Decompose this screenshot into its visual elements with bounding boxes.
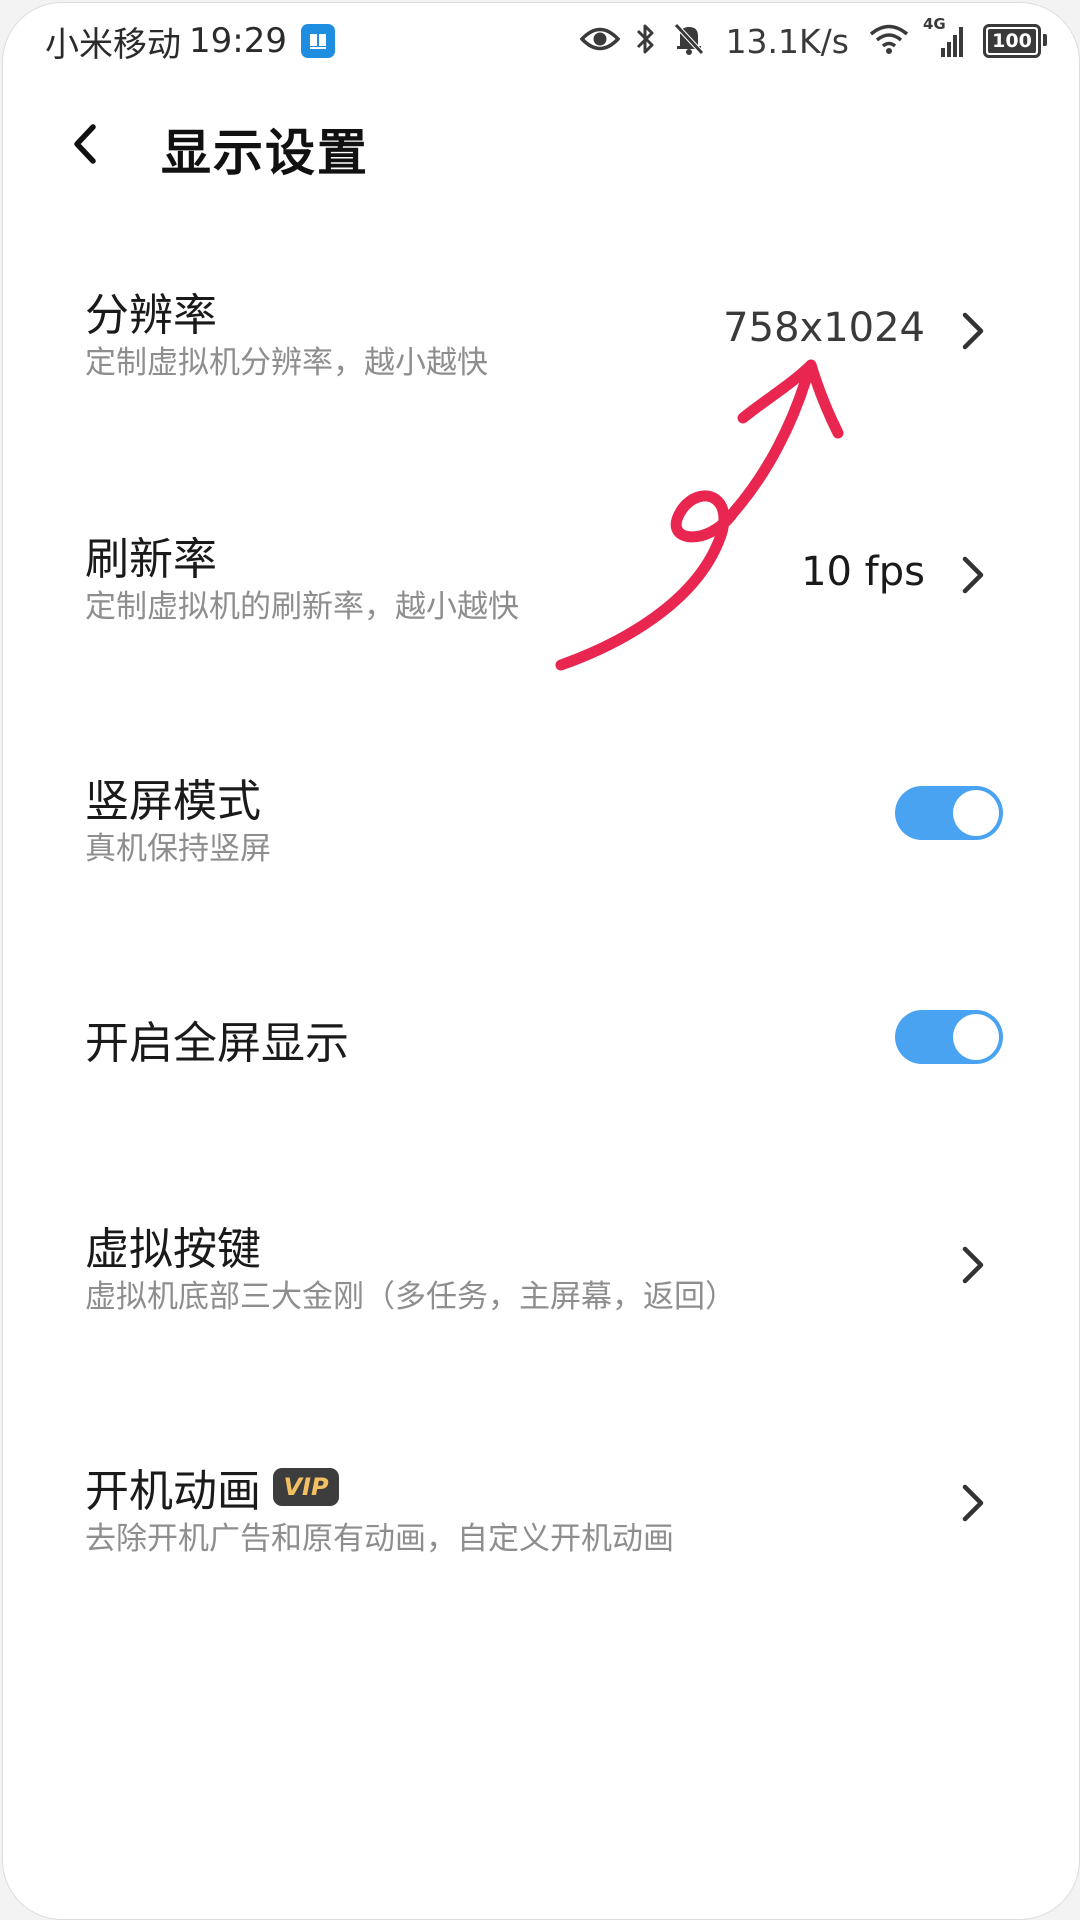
chevron-right-icon bbox=[962, 556, 984, 594]
toggle-knob bbox=[953, 1014, 999, 1060]
bell-off-icon bbox=[672, 21, 706, 61]
page-title: 显示设置 bbox=[161, 124, 369, 182]
app-header: 显示设置 bbox=[3, 99, 1079, 189]
virtual-keys-title: 虚拟按键 bbox=[85, 1224, 261, 1275]
refresh-rate-setting-row[interactable]: 刷新率 定制虚拟机的刷新率，越小越快 10 fps bbox=[3, 473, 1079, 673]
virtual-keys-setting-row[interactable]: 虚拟按键 虚拟机底部三大金刚（多任务，主屏幕，返回） bbox=[3, 1157, 1079, 1357]
boot-animation-title: 开机动画 VIP bbox=[85, 1455, 339, 1519]
status-bar-left: 小米移动 19:29 bbox=[45, 19, 335, 65]
vip-badge: VIP bbox=[273, 1468, 339, 1506]
signal-icon: 4G bbox=[923, 15, 969, 61]
phone-screen: 小米移动 19:29 13.1K/s 4G 100 显示设置 分辨率 定制虚拟机… bbox=[2, 2, 1080, 1920]
refresh-rate-value: 10 fps bbox=[801, 549, 925, 595]
app-badge-icon bbox=[300, 24, 335, 58]
resolution-subtitle: 定制虚拟机分辨率，越小越快 bbox=[85, 345, 488, 381]
back-button[interactable] bbox=[63, 119, 113, 169]
boot-animation-setting-row[interactable]: 开机动画 VIP 去除开机广告和原有动画，自定义开机动画 bbox=[3, 1401, 1079, 1601]
wifi-icon bbox=[869, 23, 909, 59]
bluetooth-icon bbox=[634, 21, 658, 61]
toggle-knob bbox=[953, 790, 999, 836]
chevron-right-icon bbox=[962, 312, 984, 350]
status-bar: 小米移动 19:29 13.1K/s 4G 100 bbox=[3, 3, 1079, 79]
resolution-value: 758x1024 bbox=[723, 305, 925, 351]
clock: 19:29 bbox=[189, 21, 287, 61]
resolution-setting-row[interactable]: 分辨率 定制虚拟机分辨率，越小越快 758x1024 bbox=[3, 229, 1079, 429]
portrait-mode-toggle[interactable] bbox=[895, 786, 1003, 840]
battery-icon: 100 bbox=[983, 24, 1047, 58]
fullscreen-setting-row: 开启全屏显示 bbox=[3, 937, 1079, 1137]
boot-animation-subtitle: 去除开机广告和原有动画，自定义开机动画 bbox=[85, 1521, 674, 1557]
fullscreen-title: 开启全屏显示 bbox=[85, 1018, 349, 1069]
carrier-name: 小米移动 bbox=[45, 24, 181, 65]
chevron-right-icon bbox=[962, 1484, 984, 1522]
portrait-mode-subtitle: 真机保持竖屏 bbox=[85, 831, 271, 867]
eye-icon bbox=[579, 24, 620, 58]
status-bar-right: 13.1K/s 4G 100 bbox=[579, 15, 1047, 63]
chevron-right-icon bbox=[962, 1246, 984, 1284]
chevron-left-icon bbox=[74, 124, 96, 164]
boot-animation-title-text: 开机动画 bbox=[85, 1466, 261, 1517]
refresh-rate-title: 刷新率 bbox=[85, 534, 217, 585]
portrait-mode-setting-row: 竖屏模式 真机保持竖屏 bbox=[3, 715, 1079, 915]
network-speed: 13.1K/s bbox=[725, 21, 849, 61]
portrait-mode-title: 竖屏模式 bbox=[85, 776, 261, 827]
virtual-keys-subtitle: 虚拟机底部三大金刚（多任务，主屏幕，返回） bbox=[85, 1279, 736, 1315]
fullscreen-toggle[interactable] bbox=[895, 1010, 1003, 1064]
resolution-title: 分辨率 bbox=[85, 290, 217, 341]
battery-level: 100 bbox=[992, 30, 1032, 52]
refresh-rate-subtitle: 定制虚拟机的刷新率，越小越快 bbox=[85, 589, 519, 625]
